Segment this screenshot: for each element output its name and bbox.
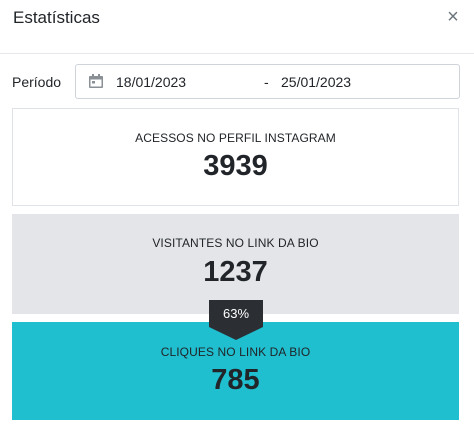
stat-card-instagram-access: ACESSOS NO PERFIL INSTAGRAM 3939 <box>12 108 459 206</box>
date-separator: - <box>264 74 269 90</box>
close-icon[interactable]: × <box>444 6 462 28</box>
stat-label: VISITANTES NO LINK DA BIO <box>152 236 319 250</box>
date-range-picker[interactable]: 18/01/2023 - 25/01/2023 <box>75 64 460 99</box>
conversion-rate: 63% <box>222 306 250 321</box>
start-date-input[interactable]: 18/01/2023 <box>116 73 186 91</box>
calendar-icon <box>89 74 103 88</box>
stat-value: 785 <box>211 364 260 396</box>
modal-title: Estatísticas <box>13 8 100 27</box>
stat-label: ACESSOS NO PERFIL INSTAGRAM <box>135 131 336 145</box>
modal-header: Estatísticas × <box>0 0 474 54</box>
stat-value: 1237 <box>203 256 268 288</box>
stat-card-bio-visitors: VISITANTES NO LINK DA BIO 1237 <box>12 214 459 314</box>
end-date-input[interactable]: 25/01/2023 <box>281 73 351 91</box>
conversion-badge: 63% <box>209 300 263 340</box>
stat-value: 3939 <box>203 150 268 182</box>
stat-label: CLIQUES NO LINK DA BIO <box>160 345 311 359</box>
period-label: Período <box>12 74 62 90</box>
